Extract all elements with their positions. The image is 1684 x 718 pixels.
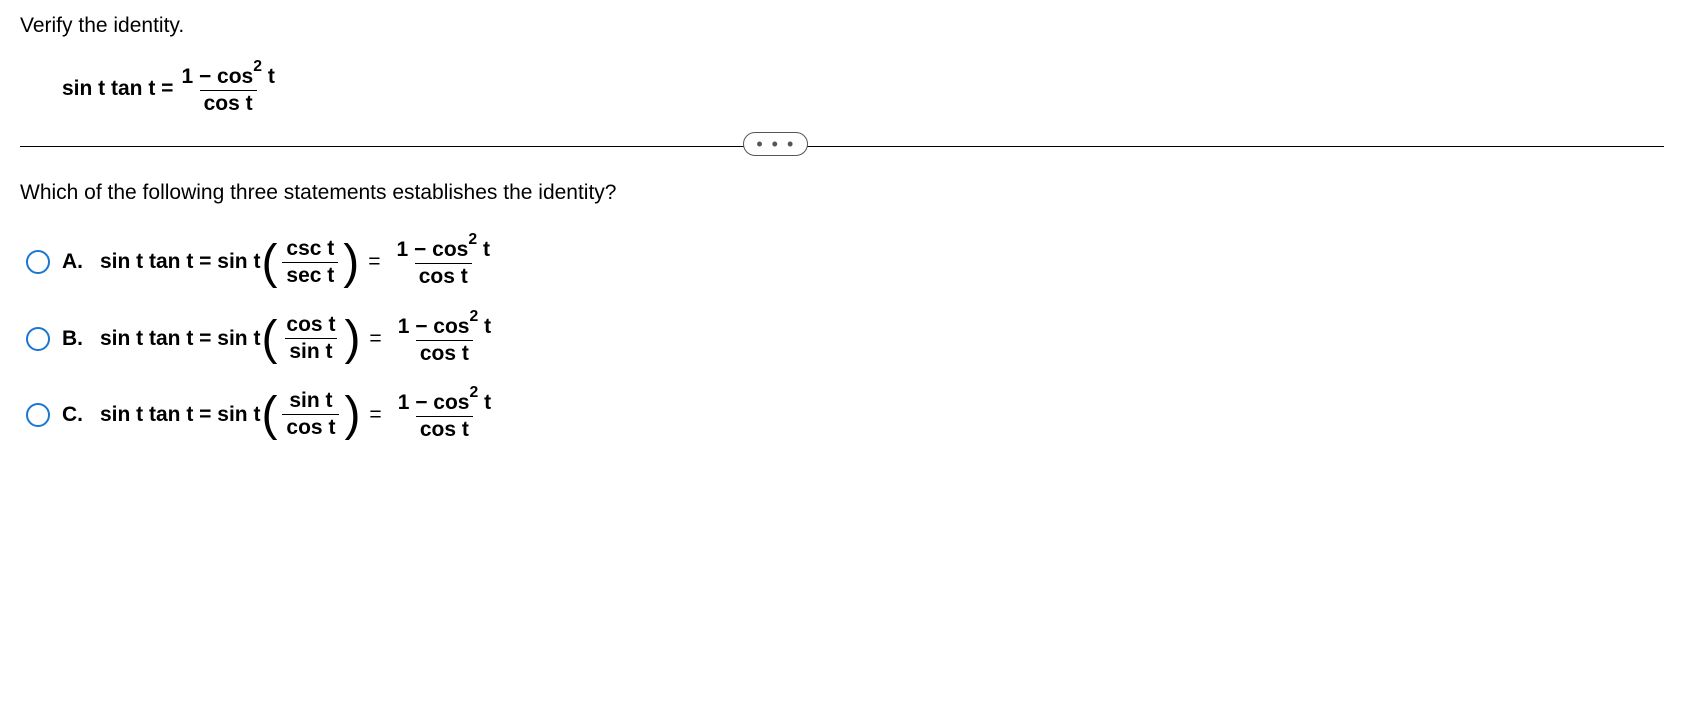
choice-label-a: A. [62,250,90,274]
close-paren-icon: ) [343,317,361,360]
divider-pill[interactable]: • • • [743,132,808,156]
open-paren-icon: ( [260,393,278,436]
choice-b-mid-den: sin t [285,338,336,364]
close-paren-icon: ) [343,393,361,436]
equals-icon: = [368,250,380,274]
choice-c-rhs-den: cos t [416,416,473,442]
choice-label-b: B. [62,327,90,351]
identity-rhs-fraction: 1 − cos2 t cos t [177,62,278,116]
choice-b-rhs-num-base: 1 − cos [398,315,470,338]
identity-rhs-num-tail: t [262,65,275,88]
choice-a-rhs-sup: 2 [468,231,477,248]
choice-c-mid-num: sin t [285,389,336,414]
choice-c-mid-den: cos t [282,414,339,440]
choice-b-lhs: sin t tan t = sin t [100,327,260,351]
choice-c-mid-frac: sin t cos t [282,389,339,440]
identity-rhs-num-base: 1 − cos [181,65,253,88]
identity-expression: sin t tan t = 1 − cos2 t cos t [62,62,283,116]
choice-a-rhs-num-base: 1 − cos [397,238,469,261]
choice-c-rhs-num-base: 1 − cos [398,391,470,414]
instruction-text: Verify the identity. [20,14,1664,38]
identity-rhs-sup: 2 [253,58,262,75]
choice-a-mid-den: sec t [282,262,338,288]
choice-b-rhs-den: cos t [416,340,473,366]
radio-b[interactable] [26,327,50,351]
choice-c-rhs-sup: 2 [470,384,479,401]
identity-rhs-den: cos t [200,90,257,116]
choice-c[interactable]: C. sin t tan t = sin t ( sin t cos t ) =… [26,388,1664,442]
choice-a-rhs-den: cos t [415,263,472,289]
choice-label-c: C. [62,403,90,427]
choice-c-rhs-frac: 1 − cos2 t cos t [394,388,495,442]
equals-icon: = [369,327,381,351]
radio-a[interactable] [26,250,50,274]
open-paren-icon: ( [260,241,278,284]
choice-a-expr: sin t tan t = sin t ( csc t sec t ) = 1 … [100,235,498,289]
choice-b-rhs-frac: 1 − cos2 t cos t [394,312,495,366]
choice-c-rhs-tail: t [478,391,491,414]
divider-line [20,146,1664,147]
choice-b-mid-frac: cos t sin t [282,313,339,364]
question-text: Which of the following three statements … [20,181,1664,205]
choice-a-rhs-tail: t [477,238,490,261]
choice-c-lhs: sin t tan t = sin t [100,403,260,427]
choice-a-mid-num: csc t [282,237,338,262]
divider: • • • [20,146,1664,147]
choice-b-rhs-tail: t [478,315,491,338]
identity-lhs: sin t tan t = [62,77,173,101]
choice-a[interactable]: A. sin t tan t = sin t ( csc t sec t ) =… [26,235,1664,289]
choice-a-rhs-frac: 1 − cos2 t cos t [393,235,494,289]
close-paren-icon: ) [342,241,360,284]
choice-b[interactable]: B. sin t tan t = sin t ( cos t sin t ) =… [26,312,1664,366]
choice-a-lhs: sin t tan t = sin t [100,250,260,274]
choice-b-expr: sin t tan t = sin t ( cos t sin t ) = 1 … [100,312,499,366]
open-paren-icon: ( [260,317,278,360]
choice-a-mid-frac: csc t sec t [282,237,338,288]
choice-b-mid-num: cos t [282,313,339,338]
equals-icon: = [369,403,381,427]
choice-c-expr: sin t tan t = sin t ( sin t cos t ) = 1 … [100,388,499,442]
choice-b-rhs-sup: 2 [470,308,479,325]
radio-c[interactable] [26,403,50,427]
